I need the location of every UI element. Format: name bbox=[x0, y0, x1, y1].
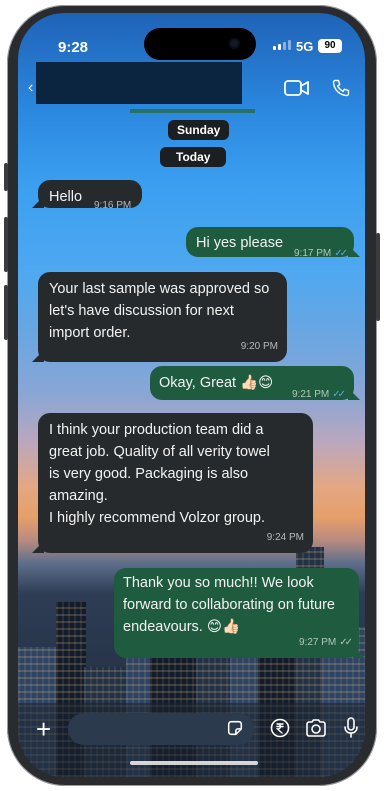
message-line: forward to collaborating on future bbox=[123, 597, 335, 613]
message-incoming[interactable]: Hello 9:16 PM bbox=[38, 180, 142, 211]
microphone-icon[interactable] bbox=[343, 717, 359, 739]
message-text: Hi yes please bbox=[196, 235, 284, 251]
message-time: 9:24 PM bbox=[266, 532, 304, 543]
message-incoming[interactable]: I think your production team did a great… bbox=[38, 413, 313, 553]
dynamic-island bbox=[144, 28, 256, 60]
status-bar: 9:28 5G 90 bbox=[18, 13, 365, 63]
front-camera-icon bbox=[229, 38, 240, 49]
message-outgoing[interactable]: Thank you so much!! We look forward to c… bbox=[114, 568, 359, 658]
battery-indicator: 90 bbox=[318, 39, 342, 53]
camera-icon[interactable] bbox=[305, 718, 327, 738]
action-button bbox=[4, 163, 8, 191]
sticker-icon[interactable] bbox=[226, 719, 244, 737]
read-receipt-icon: ✓✓ bbox=[334, 248, 348, 259]
date-chip-today: Today bbox=[160, 147, 227, 167]
video-call-icon[interactable] bbox=[284, 79, 310, 97]
date-chip-sunday: Sunday bbox=[168, 120, 230, 140]
status-time: 9:28 bbox=[58, 39, 89, 56]
read-receipt-icon: ✓✓ bbox=[332, 389, 346, 400]
message-outgoing[interactable]: Okay, Great 👍🏻😊 9:21 PM ✓✓ bbox=[150, 366, 354, 400]
message-time-text: 9:21 PM bbox=[292, 389, 330, 400]
contact-name-redacted[interactable] bbox=[36, 62, 242, 104]
message-line: Thank you so much!! We look bbox=[123, 575, 314, 591]
rupee-payment-icon[interactable] bbox=[270, 718, 290, 738]
message-line: is very good. Packaging is also bbox=[49, 466, 249, 482]
back-arrow-icon[interactable]: ‹ bbox=[28, 79, 33, 97]
message-line: Your last sample was approved so bbox=[49, 281, 270, 297]
message-outgoing[interactable]: Hi yes please 9:17 PM ✓✓ bbox=[186, 227, 354, 259]
message-line: amazing. bbox=[49, 488, 108, 504]
message-time: 9:20 PM bbox=[240, 341, 278, 352]
message-line: let's have discussion for next bbox=[49, 303, 234, 319]
message-line: I highly recommend Volzor group. bbox=[49, 510, 265, 526]
message-time: 9:21 PM ✓✓ bbox=[292, 384, 346, 406]
phone-call-icon[interactable] bbox=[331, 78, 351, 98]
message-time: 9:17 PM ✓✓ bbox=[294, 243, 348, 265]
phone-screen: 9:28 5G 90 ‹ Sunday Today Hello 9:16 PM … bbox=[18, 13, 365, 777]
message-line: great job. Quality of all verity towel bbox=[49, 444, 270, 460]
message-time-text: 9:17 PM bbox=[294, 248, 332, 259]
message-line: I think your production team did a bbox=[49, 422, 264, 438]
composer-bar: + bbox=[18, 703, 365, 777]
home-indicator bbox=[130, 761, 258, 765]
message-time: 9:16 PM bbox=[94, 200, 132, 211]
volume-up-button bbox=[4, 217, 8, 272]
delivered-receipt-icon: ✓✓ bbox=[339, 637, 353, 648]
network-type: 5G bbox=[296, 39, 314, 54]
signal-icon bbox=[273, 40, 291, 50]
power-button bbox=[376, 233, 380, 321]
volume-down-button bbox=[4, 285, 8, 340]
message-text: Okay, Great 👍🏻😊 bbox=[159, 375, 274, 391]
message-text: Hello bbox=[49, 189, 83, 205]
message-time: 9:27 PM ✓✓ bbox=[298, 632, 353, 654]
message-time-text: 9:27 PM bbox=[298, 637, 337, 648]
header-divider bbox=[130, 109, 255, 113]
message-incoming[interactable]: Your last sample was approved so let's h… bbox=[38, 272, 287, 362]
plus-icon[interactable]: + bbox=[36, 716, 51, 742]
